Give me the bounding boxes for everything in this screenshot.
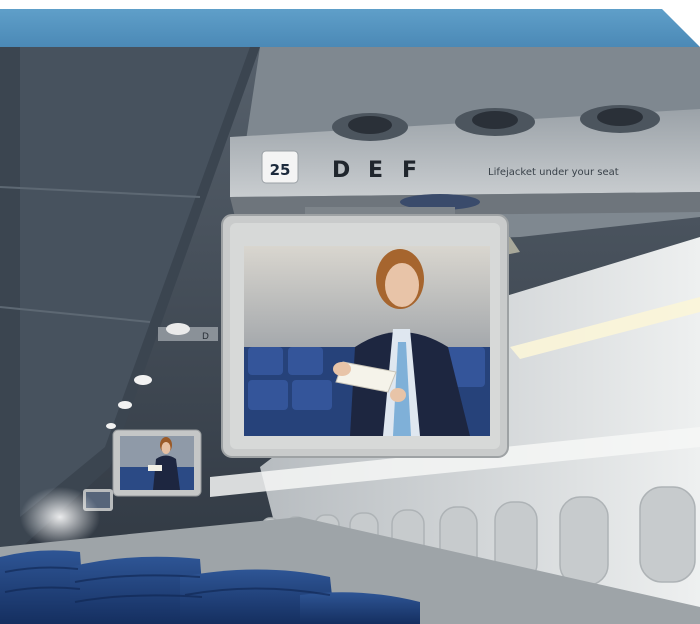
life-vest-notice: Lifejacket under your seat (488, 167, 619, 178)
row-number-badge: 25 (270, 161, 291, 179)
cabin-photo: 25 D E F Lifejacket under your seat D (0, 47, 700, 624)
cabin-illustration: 25 D E F Lifejacket under your seat D (0, 47, 700, 624)
page: 25 D E F Lifejacket under your seat D (0, 0, 700, 624)
seat-letter-e: E (368, 158, 383, 183)
seat-letter-f: F (402, 158, 417, 183)
header-banner (0, 9, 700, 47)
svg-text:D: D (202, 332, 209, 342)
seat-letter-d: D (332, 158, 350, 183)
